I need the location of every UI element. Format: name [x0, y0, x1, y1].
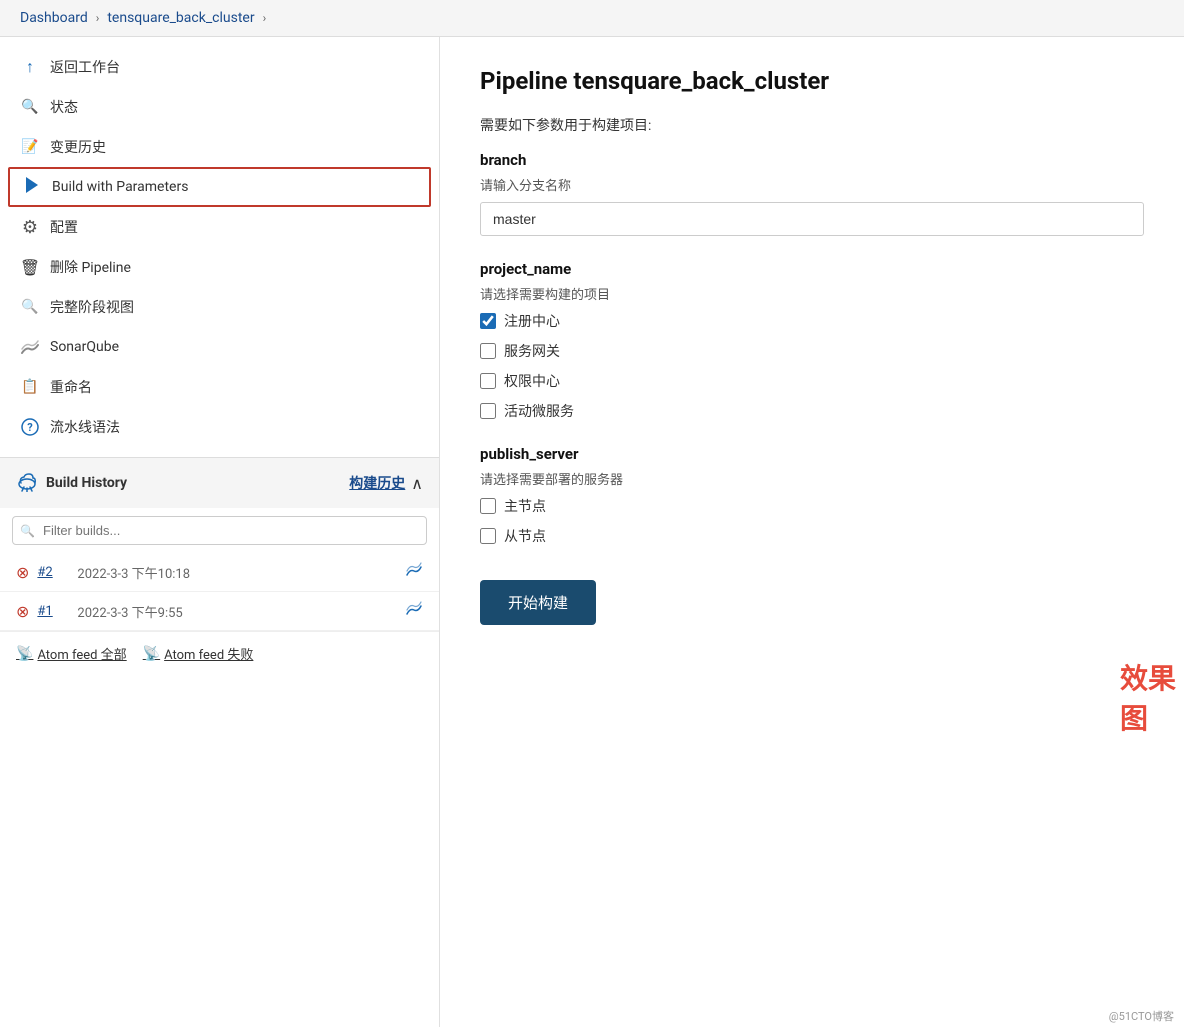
checkbox-item-3[interactable]: 活动微服务 [480, 401, 1144, 421]
main-content: Pipeline tensquare_back_cluster 需要如下参数用于… [440, 37, 1184, 1027]
server-checkbox-item-1[interactable]: 从节点 [480, 526, 1144, 546]
checkbox-item-0[interactable]: 注册中心 [480, 311, 1144, 331]
branch-input[interactable] [480, 202, 1144, 236]
branch-section: branch 请输入分支名称 [480, 151, 1144, 236]
build-history-title: Build History [16, 470, 127, 496]
atom-all-link[interactable]: Atom feed 全部 [16, 644, 127, 663]
project-name-hint: 请选择需要构建的项目 [480, 284, 1144, 303]
edit-icon [20, 137, 40, 157]
sidebar-item-build[interactable]: Build with Parameters [8, 167, 431, 207]
sidebar-item-config[interactable]: 配置 [0, 207, 439, 247]
sidebar-item-delete[interactable]: 删除 Pipeline [0, 247, 439, 287]
atom-icon-2 [143, 646, 160, 662]
submit-button[interactable]: 开始构建 [480, 580, 596, 625]
description-text: 需要如下参数用于构建项目: [480, 115, 1144, 135]
checkbox-1[interactable] [480, 343, 496, 359]
error-icon: ⊗ [16, 563, 29, 582]
project-name-label: project_name [480, 260, 1144, 278]
build-history-cn-link[interactable]: 构建历史 ∧ [349, 473, 423, 493]
build-list: ⊗ #2 2022-3-3 下午10:18 ⊗ #1 2022-3-3 下午9:… [0, 553, 439, 631]
watermark: 效果图 [1120, 657, 1184, 737]
project-name-section: project_name 请选择需要构建的项目 注册中心 服务网关 权限中心 活 [480, 260, 1144, 421]
checkbox-3[interactable] [480, 403, 496, 419]
copyright-text: @51CTO博客 [1109, 1008, 1174, 1024]
checkbox-0[interactable] [480, 313, 496, 329]
publish-server-section: publish_server 请选择需要部署的服务器 主节点 从节点 [480, 445, 1144, 546]
search-icon [20, 97, 40, 117]
checkbox-item-2[interactable]: 权限中心 [480, 371, 1144, 391]
build-history-header: Build History 构建历史 ∧ [0, 458, 439, 508]
server-checkbox-0[interactable] [480, 498, 496, 514]
branch-hint: 请输入分支名称 [480, 175, 1144, 194]
sidebar-item-back[interactable]: 返回工作台 [0, 47, 439, 87]
sidebar-item-rename[interactable]: 重命名 [0, 367, 439, 407]
build-item[interactable]: ⊗ #1 2022-3-3 下午9:55 [0, 592, 439, 631]
play-icon [22, 177, 42, 197]
sidebar: 返回工作台 状态 变更历史 Build with Parameters 配置 删… [0, 37, 440, 1027]
sidebar-item-syntax[interactable]: ? 流水线语法 [0, 407, 439, 447]
server-checkbox-1[interactable] [480, 528, 496, 544]
server-checkbox-group: 主节点 从节点 [480, 496, 1144, 546]
sonar-icon [20, 337, 40, 357]
atom-footer: Atom feed 全部 Atom feed 失败 [0, 631, 439, 675]
sidebar-item-stages[interactable]: 完整阶段视图 [0, 287, 439, 327]
chevron-icon: ∧ [411, 474, 423, 493]
publish-server-hint: 请选择需要部署的服务器 [480, 469, 1144, 488]
sidebar-item-history[interactable]: 变更历史 [0, 127, 439, 167]
cloud-icon [16, 470, 38, 496]
build-history-section: Build History 构建历史 ∧ ⊗ #2 2022-3-3 下午10:… [0, 457, 439, 675]
svg-text:?: ? [27, 421, 33, 434]
error-icon: ⊗ [16, 602, 29, 621]
build-item[interactable]: ⊗ #2 2022-3-3 下午10:18 [0, 553, 439, 592]
breadcrumb: Dashboard › tensquare_back_cluster › [0, 0, 1184, 37]
gear-icon [20, 217, 40, 237]
page-title: Pipeline tensquare_back_cluster [480, 67, 1144, 95]
wave-icon [405, 561, 423, 583]
build-filter-wrap [12, 516, 427, 545]
arrow-up-icon [20, 57, 40, 77]
sidebar-item-sonar[interactable]: SonarQube [0, 327, 439, 367]
checkbox-item-1[interactable]: 服务网关 [480, 341, 1144, 361]
branch-label: branch [480, 151, 1144, 169]
sidebar-item-status[interactable]: 状态 [0, 87, 439, 127]
atom-icon [16, 646, 33, 662]
breadcrumb-sep-2: › [263, 11, 267, 25]
breadcrumb-sep-1: › [96, 11, 100, 25]
help-icon: ? [20, 417, 40, 437]
server-checkbox-item-0[interactable]: 主节点 [480, 496, 1144, 516]
build-filter-container [12, 516, 427, 545]
wave-icon [405, 600, 423, 622]
publish-server-label: publish_server [480, 445, 1144, 463]
rename-icon [20, 377, 40, 397]
dashboard-link[interactable]: Dashboard [20, 10, 88, 26]
project-checkbox-group: 注册中心 服务网关 权限中心 活动微服务 [480, 311, 1144, 421]
atom-fail-link[interactable]: Atom feed 失败 [143, 644, 254, 663]
checkbox-2[interactable] [480, 373, 496, 389]
search2-icon [20, 297, 40, 317]
project-link[interactable]: tensquare_back_cluster [107, 10, 254, 26]
trash-icon [20, 257, 40, 277]
build-filter-input[interactable] [12, 516, 427, 545]
